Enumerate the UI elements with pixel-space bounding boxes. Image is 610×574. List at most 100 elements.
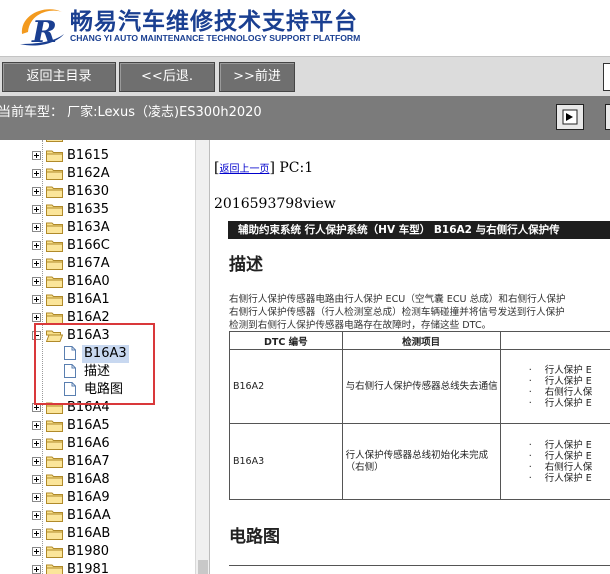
tree-folder-node[interactable]: B166C (0, 237, 195, 255)
dtc-code-cell: B16A2 (229, 349, 343, 424)
expand-icon[interactable] (32, 169, 41, 178)
condition-bullet: 行人保护 E (501, 473, 610, 484)
expand-icon[interactable] (32, 529, 41, 538)
tree-folder-node[interactable]: B16A5 (0, 417, 195, 435)
tree-node-label: B16A6 (67, 436, 110, 451)
current-vehicle-label: 当前车型： 厂家:Lexus（凌志)ES300h2020 (0, 105, 262, 120)
tree-node-label: B1635 (67, 202, 110, 217)
folder-icon (46, 293, 63, 306)
tree-folder-node[interactable]: B1635 (0, 201, 195, 219)
expand-icon[interactable] (32, 151, 41, 160)
back-button[interactable]: <<后退. (119, 62, 215, 92)
home-button[interactable]: 返回主目录 (2, 62, 116, 92)
description-line: 右侧行人保护传感器（行人检测室总成）检测车辆碰撞并将信号发送到行人保护 (229, 307, 565, 318)
tree-node-label: B16A7 (67, 454, 110, 469)
condition-bullet: 右侧行人保 (501, 387, 610, 398)
expand-icon[interactable] (32, 223, 41, 232)
brand-title: 畅易汽车维修技术支持平台 (70, 9, 358, 35)
expand-icon[interactable] (32, 241, 41, 250)
folder-icon (46, 221, 63, 234)
condition-cell: 行人保护 E 行人保护 E 右侧行人保 行人保护 E (499, 349, 610, 424)
return-link[interactable]: 返回上一页 (219, 164, 269, 175)
tree-folder-node[interactable]: B16A7 (0, 453, 195, 471)
expand-icon[interactable] (32, 493, 41, 502)
header-condition (499, 331, 610, 350)
document-id: 2016593798view (214, 196, 336, 212)
tree-node-label: B1980 (67, 544, 110, 559)
expand-icon[interactable] (32, 277, 41, 286)
description-heading: 描述 (229, 255, 263, 275)
folder-icon (46, 185, 63, 198)
expand-icon[interactable] (32, 205, 41, 214)
folder-icon (46, 149, 63, 162)
tree-folder-node[interactable]: B16A1 (0, 291, 195, 309)
tree-folder-node[interactable]: B16AA (0, 507, 195, 525)
tree-node-label: B16A1 (67, 292, 110, 307)
circuit-heading: 电路图 (229, 527, 280, 547)
tree-node-label: B16A9 (67, 490, 110, 505)
expand-icon[interactable] (32, 511, 41, 520)
tree-node-label: B1615 (67, 148, 110, 163)
folder-icon (46, 437, 63, 450)
tree-folder-node[interactable]: B16A6 (0, 435, 195, 453)
table-row: B16A3 行人保护传感器总线初始化未完成（右侧） 行人保护 E 行人保护 E … (229, 423, 610, 500)
expand-icon[interactable] (32, 439, 41, 448)
expand-icon[interactable] (32, 565, 41, 574)
tree-folder-node[interactable]: B1630 (0, 183, 195, 201)
condition-bullet: 行人保护 E (501, 451, 610, 462)
table-row: B16A2 与右侧行人保护传感器总线失去通信 行人保护 E 行人保护 E 右侧行… (229, 349, 610, 424)
expand-icon[interactable] (32, 421, 41, 430)
tree-folder-node[interactable]: B16AB (0, 525, 195, 543)
tree-folder-node[interactable]: B1981 (0, 561, 195, 574)
tree-folder-node-partial[interactable] (46, 140, 63, 147)
tree-folder-node[interactable]: B1980 (0, 543, 195, 561)
expand-icon[interactable] (32, 295, 41, 304)
panel-toggle-button[interactable] (556, 104, 584, 130)
condition-bullet: 右侧行人保 (501, 462, 610, 473)
tree-folder-node[interactable]: B16A0 (0, 273, 195, 291)
tree-folder-node[interactable]: B163A (0, 219, 195, 237)
condition-bullet: 行人保护 E (501, 365, 610, 376)
description-text: 右侧行人保护传感器电路由行人保护 ECU（空气囊 ECU 总成）和右侧行人保护 … (229, 293, 610, 332)
tree-scroll-thumb[interactable] (198, 560, 208, 574)
tree-folder-node[interactable]: B16A8 (0, 471, 195, 489)
tree-node-label: B1630 (67, 184, 110, 199)
tree-folder-node[interactable]: B16A9 (0, 489, 195, 507)
folder-icon (46, 275, 63, 288)
expand-icon[interactable] (32, 187, 41, 196)
tree-folder-node[interactable]: B1615 (0, 147, 195, 165)
brand-subtitle: CHANG YI AUTO MAINTENANCE TECHNOLOGY SUP… (70, 33, 361, 43)
tree-folder-node[interactable]: B167A (0, 255, 195, 273)
forward-button[interactable]: >>前进 (219, 62, 295, 92)
section-divider (229, 565, 610, 566)
panel-toggle-icon (562, 109, 578, 125)
content-panel: [返回上一页] PC:1 2016593798view 辅助约束系统 行人保护系… (209, 140, 610, 574)
expand-icon[interactable] (32, 259, 41, 268)
dtc-table: DTC 编号 检测项目 B16A2 与右侧行人保护传感器总线失去通信 行人保护 … (229, 331, 610, 500)
condition-cell: 行人保护 E 行人保护 E 右侧行人保 行人保护 E (499, 423, 610, 500)
detection-item-cell: 与右侧行人保护传感器总线失去通信 (341, 349, 501, 424)
folder-icon (46, 473, 63, 486)
expand-icon[interactable] (32, 457, 41, 466)
tree-node-label: B162A (67, 166, 110, 181)
expand-icon[interactable] (32, 547, 41, 556)
folder-icon (46, 203, 63, 216)
header-detection-item: 检测项目 (341, 331, 501, 350)
expand-icon[interactable] (32, 475, 41, 484)
toolbar-right-button[interactable] (603, 63, 610, 91)
tree-folder-node[interactable]: B162A (0, 165, 195, 183)
content-nav: [返回上一页] PC:1 (214, 160, 314, 176)
page-counter: PC:1 (279, 160, 314, 176)
tree-node-label: B16AA (67, 508, 111, 523)
tree-scrollbar[interactable] (195, 140, 210, 574)
header-dtc-code: DTC 编号 (229, 331, 343, 350)
section-band: 辅助约束系统 行人保护系统（HV 车型） B16A2 与右侧行人保护传 (228, 221, 610, 239)
vehicle-bar: 当前车型： 厂家:Lexus（凌志)ES300h2020 (0, 96, 610, 140)
table-header-row: DTC 编号 检测项目 (229, 331, 610, 350)
expand-icon[interactable] (32, 313, 41, 322)
tree-node-label: B16A5 (67, 418, 110, 433)
vehicle-bar-right-button[interactable] (605, 104, 610, 130)
description-line: 右侧行人保护传感器电路由行人保护 ECU（空气囊 ECU 总成）和右侧行人保护 (229, 294, 566, 305)
folder-icon (46, 509, 63, 522)
tree-node-label: B163A (67, 220, 110, 235)
